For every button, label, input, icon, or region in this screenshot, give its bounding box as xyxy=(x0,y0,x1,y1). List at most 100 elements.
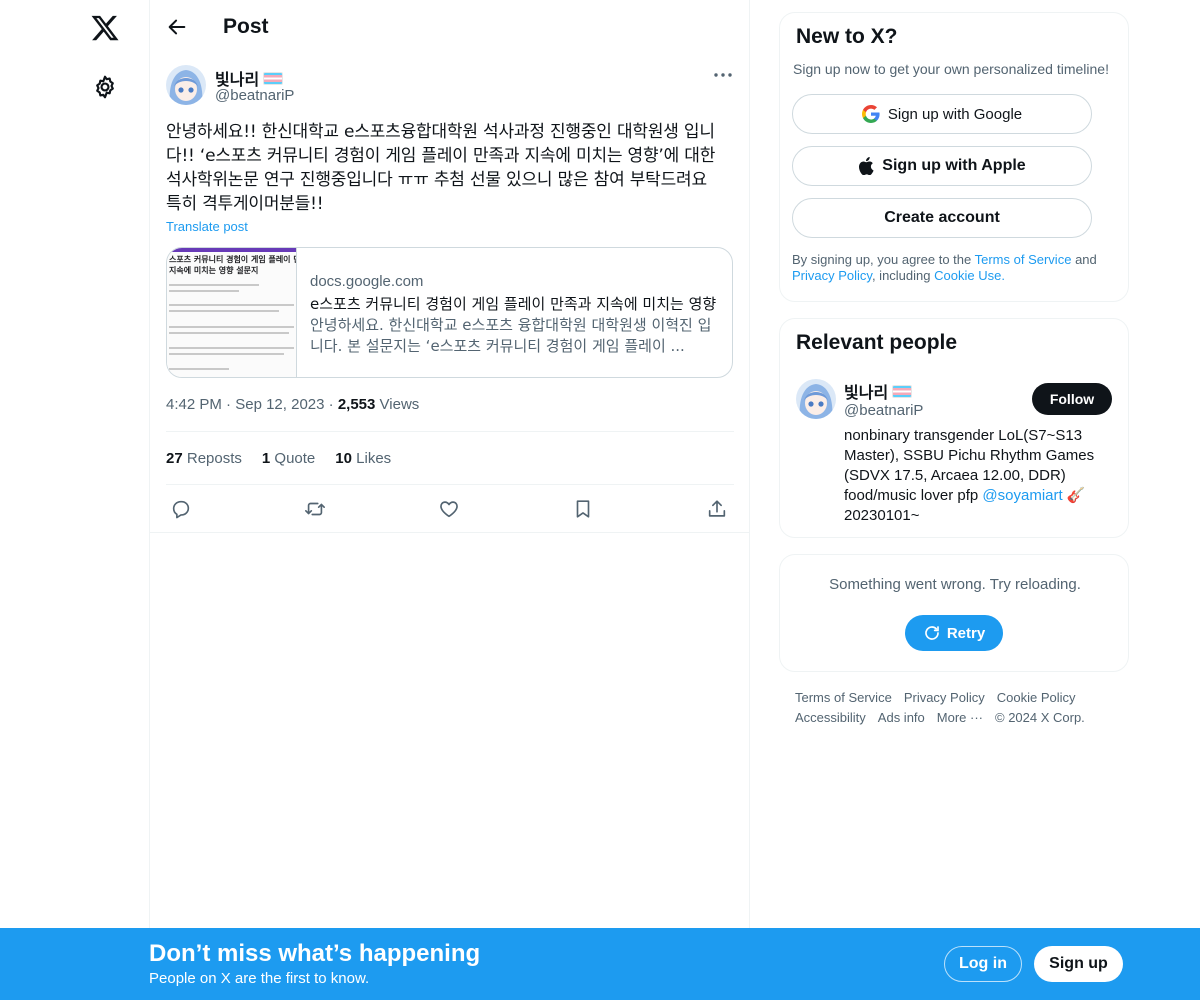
thumbnail-line xyxy=(169,290,239,292)
views-label: Views xyxy=(379,396,420,413)
signup-banner: Don’t miss what’s happening People on X … xyxy=(0,928,1200,1000)
link-card[interactable]: 스포츠 커뮤니티 경험이 게임 플레이 만과 지속에 미치는 영향 설문지 do… xyxy=(166,247,733,378)
signup-google-button[interactable]: Sign up with Google xyxy=(792,94,1092,134)
footer-copyright: © 2024 X Corp. xyxy=(995,710,1085,725)
thumbnail-line xyxy=(169,368,229,370)
relevant-person-name[interactable]: 빛나리 xyxy=(844,379,913,403)
thumbnail-line xyxy=(169,310,279,312)
more-horizontal-icon[interactable] xyxy=(711,65,735,85)
retry-button[interactable]: Retry xyxy=(905,615,1003,651)
error-message: Something went wrong. Try reloading. xyxy=(829,576,1081,593)
share-icon[interactable] xyxy=(706,498,728,520)
bookmark-icon[interactable] xyxy=(572,498,594,520)
relevant-person-bio: nonbinary transgender LoL(S7~S13 Master)… xyxy=(844,426,1114,526)
trans-flag-icon xyxy=(263,71,284,85)
x-logo-icon[interactable] xyxy=(90,13,120,43)
cookie-link[interactable]: Cookie Use. xyxy=(934,268,1005,283)
post-text: 안녕하세요!! 한신대학교 e스포츠융합대학원 석사과정 진행중인 대학원생 입… xyxy=(166,122,716,214)
relevant-people-box: Relevant people 빛나리 @beatnariP Follow no… xyxy=(779,318,1129,538)
signup-box: New to X? Sign up now to get your own pe… xyxy=(779,12,1129,302)
thumbnail-line xyxy=(169,284,259,286)
post-time[interactable]: 4:42 PM xyxy=(166,396,222,413)
bio-suffix: 20230101~ xyxy=(844,507,920,524)
signup-box-subtitle: Sign up now to get your own personalized… xyxy=(793,61,1109,77)
divider xyxy=(150,532,750,533)
quotes-label: Quote xyxy=(274,450,316,467)
footer-link[interactable]: Accessibility xyxy=(795,708,866,728)
back-arrow-icon[interactable] xyxy=(166,16,188,38)
divider xyxy=(166,431,734,432)
banner-title: Don’t miss what’s happening xyxy=(149,940,481,967)
footer-link[interactable]: Cookie Policy xyxy=(997,688,1076,708)
terms-link[interactable]: Terms of Service xyxy=(975,252,1072,267)
relevant-people-title: Relevant people xyxy=(796,331,958,354)
trans-flag-icon xyxy=(892,384,913,398)
thumbnail-line xyxy=(169,353,284,355)
thumbnail-title: 스포츠 커뮤니티 경험이 게임 플레이 만과 지속에 미치는 영향 설문지 xyxy=(169,255,297,275)
thumbnail-line xyxy=(169,326,294,328)
card-thumbnail: 스포츠 커뮤니티 경험이 게임 플레이 만과 지속에 미치는 영향 설문지 xyxy=(167,248,297,377)
footer-link[interactable]: Ads info xyxy=(878,708,925,728)
card-body: docs.google.com e스포츠 커뮤니티 경험이 게임 플레이 만족과… xyxy=(310,272,725,357)
thumbnail-line xyxy=(169,304,294,306)
legal-including: , including xyxy=(871,268,931,283)
bio-link[interactable]: @soyamiart xyxy=(982,487,1062,504)
login-button[interactable]: Log in xyxy=(944,946,1022,982)
left-nav xyxy=(0,0,150,1000)
reposts-stat[interactable]: 27 Reposts xyxy=(166,450,242,467)
repost-icon[interactable] xyxy=(304,498,326,520)
quotes-stat[interactable]: 1 Quote xyxy=(262,450,315,467)
likes-count: 10 xyxy=(335,450,352,467)
apple-icon xyxy=(859,157,874,175)
avatar[interactable] xyxy=(796,379,836,419)
card-description: 안녕하세요. 한신대학교 e스포츠 융합대학원 대학원생 이혁진 입니다. 본 … xyxy=(310,316,712,355)
post-stats: 27 Reposts 1 Quote 10 Likes xyxy=(166,450,391,467)
reposts-count: 27 xyxy=(166,450,183,467)
avatar[interactable] xyxy=(166,65,206,105)
page-title: Post xyxy=(223,15,269,38)
top-bar: Post xyxy=(150,0,750,54)
footer-link[interactable]: Privacy Policy xyxy=(904,688,985,708)
legal-prefix: By signing up, you agree to the xyxy=(792,252,972,267)
thumbnail-line xyxy=(169,332,289,334)
reposts-label: Reposts xyxy=(186,450,242,467)
footer-link[interactable]: Terms of Service xyxy=(795,688,892,708)
legal-and: and xyxy=(1075,252,1097,267)
post-actions xyxy=(166,496,734,522)
relevant-person-handle[interactable]: @beatnariP xyxy=(844,402,923,419)
gear-icon[interactable] xyxy=(92,74,118,100)
create-account-button[interactable]: Create account xyxy=(792,198,1092,238)
translate-link[interactable]: Translate post xyxy=(166,219,248,234)
main-column: Post 빛나리 @beatnariP 안녕하세요!! 한신대학교 e스포츠융합… xyxy=(149,0,750,1000)
signup-apple-label: Sign up with Apple xyxy=(882,157,1026,174)
privacy-link[interactable]: Privacy Policy xyxy=(792,268,872,283)
refresh-icon xyxy=(925,626,939,640)
relevant-person-name-text: 빛나리 xyxy=(844,385,889,402)
card-title: e스포츠 커뮤니티 경험이 게임 플레이 만족과 지속에 미치는 영향 xyxy=(310,295,717,313)
thumbnail-line xyxy=(169,347,294,349)
quotes-count: 1 xyxy=(261,450,271,467)
signup-google-label: Sign up with Google xyxy=(887,105,1023,123)
signup-box-title: New to X? xyxy=(796,25,898,48)
signup-button[interactable]: Sign up xyxy=(1034,946,1123,982)
meta-separator: · xyxy=(226,396,236,413)
follow-button[interactable]: Follow xyxy=(1032,383,1112,415)
likes-label: Likes xyxy=(356,450,392,467)
heart-icon[interactable] xyxy=(438,498,460,520)
post-date[interactable]: Sep 12, 2023 xyxy=(235,396,324,413)
footer-links: Terms of Service Privacy Policy Cookie Pol… xyxy=(795,688,1115,728)
likes-stat[interactable]: 10 Likes xyxy=(335,450,391,467)
author-handle[interactable]: @beatnariP xyxy=(215,87,294,104)
create-account-label: Create account xyxy=(884,209,1000,226)
banner-subtitle: People on X are the first to know. xyxy=(149,970,370,987)
card-domain: docs.google.com xyxy=(310,273,424,290)
reply-icon[interactable] xyxy=(170,498,192,520)
signup-apple-button[interactable]: Sign up with Apple xyxy=(792,146,1092,186)
divider xyxy=(166,484,734,485)
thumbnail-accent-bar xyxy=(167,248,296,252)
views-count: 2,553 xyxy=(337,396,376,413)
post-meta: 4:42 PM · Sep 12, 2023 · 2,553 Views xyxy=(166,396,419,413)
google-icon xyxy=(861,105,880,123)
footer-more-link[interactable]: More ··· xyxy=(937,708,983,728)
signup-legal-text: By signing up, you agree to the Terms of… xyxy=(792,252,1117,284)
